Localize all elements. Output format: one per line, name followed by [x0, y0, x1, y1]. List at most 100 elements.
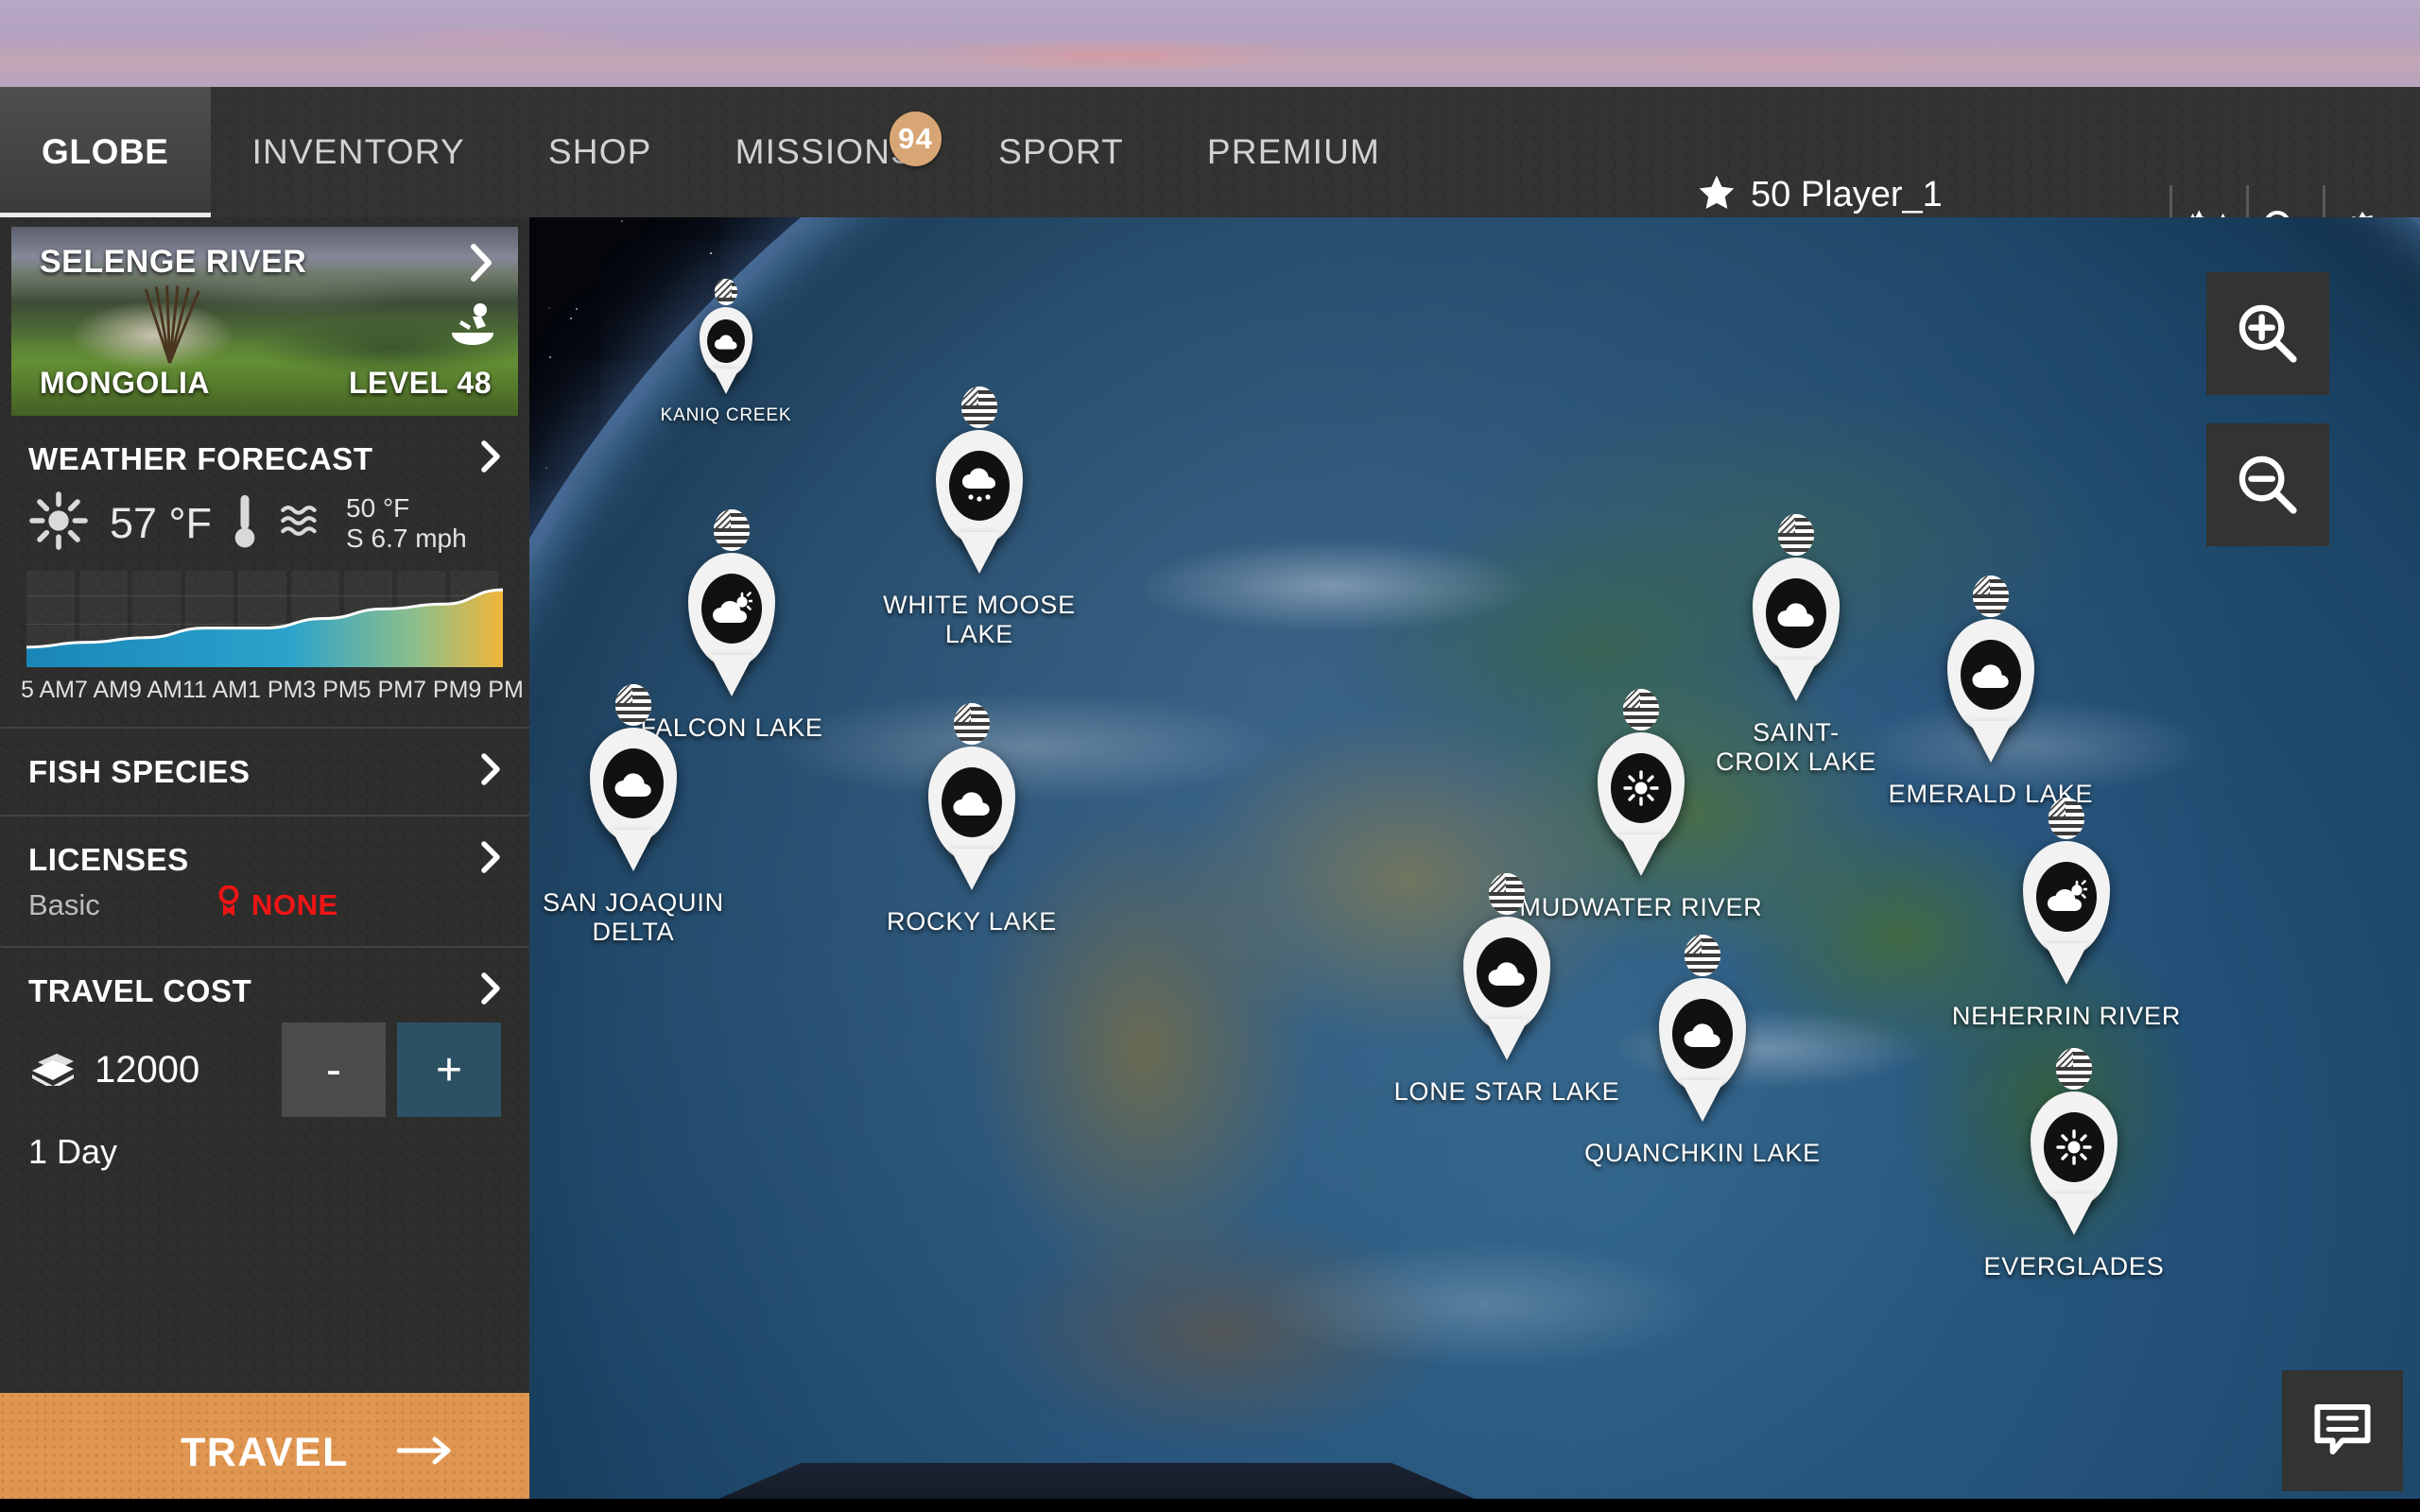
- settings-gear-icon[interactable]: [2325, 178, 2399, 217]
- map-pin[interactable]: KANIQ CREEK: [700, 307, 752, 377]
- chevron-right-icon: [480, 972, 501, 1009]
- hour-label: 11 AM: [182, 677, 248, 704]
- pin-body: [2031, 1091, 2118, 1207]
- decrement-duration-button[interactable]: -: [282, 1022, 386, 1117]
- star: [545, 467, 547, 469]
- snow-cloud-icon: [959, 468, 1000, 504]
- cloud-icon: [1683, 1019, 1722, 1049]
- pin-weather-icon: [1766, 578, 1826, 648]
- map-pin[interactable]: LONE STAR LAKE: [1463, 917, 1550, 1032]
- pin-weather-icon: [707, 319, 745, 363]
- map-pin[interactable]: EVERGLADES: [2031, 1091, 2118, 1207]
- fish-species-header[interactable]: FISH SPECIES: [28, 753, 501, 790]
- travel-cost-title: TRAVEL COST: [28, 973, 251, 1009]
- tab-inventory[interactable]: INVENTORY: [211, 87, 507, 217]
- tab-missions[interactable]: MISSIONS94: [694, 87, 958, 217]
- weather-forecast-title: WEATHER FORECAST: [28, 441, 373, 477]
- country-flag-icon: [961, 387, 997, 428]
- nav-tabs: GLOBEINVENTORYSHOPMISSIONS94 SPORT PREMIUM: [0, 87, 1422, 217]
- country-flag-icon: [1778, 514, 1814, 556]
- tab-label: SPORT: [998, 132, 1124, 172]
- tab-sport[interactable]: SPORT: [957, 87, 1166, 217]
- star: [621, 220, 623, 222]
- air-temperature: 57 °F: [110, 499, 212, 548]
- tab-shop[interactable]: SHOP: [507, 87, 694, 217]
- thermometer-icon: [233, 491, 257, 555]
- travel-duration: 1 Day: [0, 1117, 529, 1172]
- partly-cloudy-icon: [711, 592, 752, 626]
- current-location-card[interactable]: SELENGE RIVER MONGOLIA LEVEL 48: [11, 227, 518, 416]
- sun-icon: [28, 490, 89, 556]
- fish-species-section: FISH SPECIES: [0, 729, 529, 815]
- map-pin[interactable]: MUDWATER RIVER: [1598, 732, 1685, 848]
- left-sidebar: SELENGE RIVER MONGOLIA LEVEL 48 WEATHER …: [0, 217, 529, 1512]
- pin-weather-icon: [603, 748, 664, 818]
- map-pin[interactable]: QUANCHKIN LAKE: [1659, 978, 1746, 1093]
- pin-label: NEHERRIN RIVER: [1952, 1002, 2181, 1031]
- licenses-header[interactable]: LICENSES: [28, 841, 501, 878]
- country-flag-icon: [1685, 935, 1720, 976]
- top-right-icon-group: [2169, 178, 2399, 217]
- globe-cloud-layer: [529, 217, 2420, 1512]
- chevron-right-icon: [480, 440, 501, 477]
- star-icon: [1696, 172, 1737, 218]
- pin-body: [1659, 978, 1746, 1093]
- pin-weather-icon: [2044, 1112, 2104, 1182]
- license-ribbon-icon: [217, 885, 240, 925]
- player-level-name: 50 Player_1: [1751, 175, 1943, 215]
- sun-icon: [2055, 1128, 2093, 1166]
- hour-label: 7 AM: [75, 677, 129, 704]
- wind-speed: S 6.7 mph: [346, 524, 467, 553]
- star: [710, 252, 712, 254]
- travel-cost-header[interactable]: TRAVEL COST: [28, 972, 501, 1009]
- tab-premium[interactable]: PREMIUM: [1166, 87, 1422, 217]
- friends-icon[interactable]: [2249, 178, 2323, 217]
- travel-button[interactable]: TRAVEL: [0, 1393, 529, 1512]
- chat-bubble-icon[interactable]: [2282, 1370, 2403, 1491]
- pin-body: [1463, 917, 1550, 1032]
- map-pin[interactable]: SAN JOAQUINDELTA: [590, 728, 677, 843]
- zoom-in-icon[interactable]: [2206, 272, 2329, 395]
- leaderboard-icon[interactable]: [2172, 178, 2246, 217]
- pin-body: [936, 430, 1023, 545]
- pin-label: EVERGLADES: [1983, 1252, 2164, 1281]
- travel-cost-row: 12000 - +: [0, 1009, 529, 1117]
- missions-count-badge: 94: [890, 112, 942, 166]
- map-pin[interactable]: NEHERRIN RIVER: [2023, 841, 2110, 956]
- zoom-out-icon[interactable]: [2206, 423, 2329, 546]
- pin-weather-icon: [949, 451, 1010, 521]
- globe-map-view[interactable]: KANIQ CREEKWHITE MOOSELAKEFALCON LAKESAN…: [529, 217, 2420, 1512]
- cloud-icon: [1776, 598, 1816, 628]
- cloud-icon: [714, 332, 738, 351]
- country-flag-icon: [954, 703, 990, 745]
- tab-globe[interactable]: GLOBE: [0, 87, 211, 217]
- hour-label: 9 PM: [468, 677, 523, 704]
- pin-label: LONE STAR LAKE: [1394, 1077, 1620, 1107]
- location-level: LEVEL 48: [349, 366, 492, 401]
- weather-forecast-header[interactable]: WEATHER FORECAST: [28, 440, 501, 477]
- increment-duration-button[interactable]: +: [397, 1022, 501, 1117]
- pin-label: SAN JOAQUINDELTA: [543, 888, 724, 947]
- pin-weather-icon: [1672, 999, 1733, 1069]
- sun-icon: [1622, 769, 1660, 807]
- pin-label: QUANCHKIN LAKE: [1584, 1139, 1821, 1168]
- chevron-right-icon: [480, 841, 501, 878]
- country-flag-icon: [615, 684, 651, 726]
- map-pin[interactable]: WHITE MOOSELAKE: [936, 430, 1023, 545]
- hour-label: 1 PM: [248, 677, 302, 704]
- map-pin[interactable]: EMERALD LAKE: [1947, 619, 2034, 734]
- chevron-right-icon: [469, 244, 493, 286]
- licenses-section: LICENSES: [0, 816, 529, 878]
- map-pin[interactable]: FALCON LAKE: [688, 553, 775, 668]
- pin-weather-icon: [1477, 937, 1537, 1007]
- pin-label: MUDWATER RIVER: [1519, 893, 1762, 922]
- map-pin[interactable]: SAINT-CROIX LAKE: [1753, 558, 1840, 673]
- earth-globe[interactable]: [529, 217, 2420, 1512]
- travel-cost-amount: 12000: [95, 1049, 199, 1091]
- pin-body: [1947, 619, 2034, 734]
- map-pin[interactable]: ROCKY LAKE: [928, 747, 1015, 862]
- pin-weather-icon: [701, 574, 762, 644]
- hour-label: 7 PM: [413, 677, 468, 704]
- chart-area-path: [26, 571, 503, 667]
- sky-background: [0, 0, 2420, 87]
